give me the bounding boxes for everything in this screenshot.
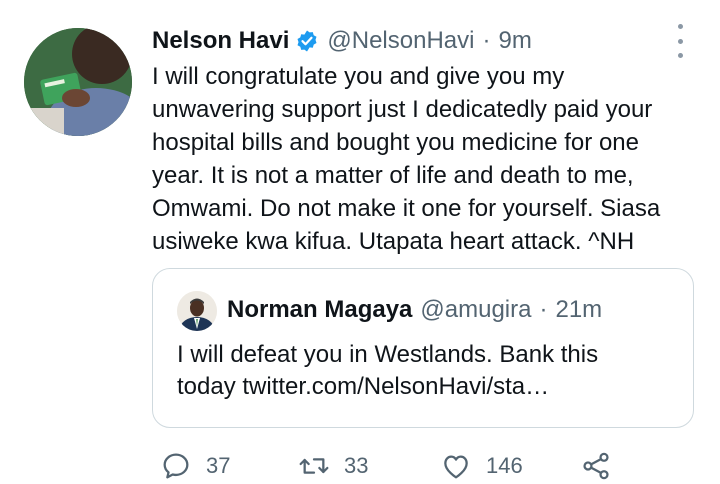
quoted-tweet-text: I will defeat you in Westlands. Bank thi… bbox=[177, 339, 677, 403]
verified-badge-icon bbox=[295, 29, 319, 53]
quoted-tweet-timestamp[interactable]: 21m bbox=[555, 296, 602, 324]
quoted-avatar-photo bbox=[177, 291, 217, 331]
tweet-header: Nelson Havi @NelsonHavi · 9m bbox=[152, 22, 532, 60]
author-avatar[interactable] bbox=[24, 28, 132, 136]
quoted-author-name[interactable]: Norman Magaya bbox=[227, 296, 412, 324]
avatar-photo bbox=[24, 28, 132, 136]
quoted-text-line[interactable]: today twitter.com/NelsonHavi/sta… bbox=[177, 371, 677, 403]
quoted-author-avatar[interactable] bbox=[177, 291, 217, 331]
tweet-text-line: year. It is not a matter of life and dea… bbox=[152, 162, 634, 189]
reply-icon bbox=[163, 453, 189, 479]
like-button[interactable]: 146 bbox=[440, 448, 523, 484]
quoted-text-line: I will defeat you in Westlands. Bank thi… bbox=[177, 341, 599, 368]
more-options-icon[interactable] bbox=[668, 24, 692, 58]
like-count: 146 bbox=[486, 453, 523, 478]
share-icon bbox=[583, 452, 609, 480]
header-separator: · bbox=[482, 27, 491, 54]
tweet-text-line: usiweke kwa kifua. Utapata heart attack.… bbox=[152, 228, 635, 255]
tweet-timestamp[interactable]: 9m bbox=[498, 27, 531, 55]
reply-button[interactable]: 37 bbox=[160, 448, 230, 484]
tweet-text-line: I will congratulate you and give you my bbox=[152, 63, 565, 90]
retweet-button[interactable]: 33 bbox=[298, 448, 368, 484]
tweet-text-line: Omwami. Do not make it one for yourself.… bbox=[152, 195, 661, 222]
quoted-tweet-header: Norman Magaya @amugira · 21m bbox=[227, 293, 602, 327]
reply-count: 37 bbox=[206, 453, 231, 478]
quoted-author-handle[interactable]: @amugira bbox=[420, 296, 531, 324]
share-button[interactable] bbox=[580, 448, 612, 484]
retweet-icon bbox=[299, 458, 329, 474]
like-icon bbox=[444, 455, 468, 479]
tweet-text-line: unwavering support just I dedicatedly pa… bbox=[152, 96, 653, 123]
quoted-header-separator: · bbox=[539, 296, 548, 323]
retweet-count: 33 bbox=[344, 453, 369, 478]
tweet-text-line: hospital bills and bought you medicine f… bbox=[152, 129, 639, 156]
tweet-text: I will congratulate you and give you my … bbox=[152, 60, 692, 258]
author-handle[interactable]: @NelsonHavi bbox=[327, 27, 474, 55]
author-name[interactable]: Nelson Havi bbox=[152, 27, 289, 55]
quoted-tweet-card[interactable]: Norman Magaya @amugira · 21m I will defe… bbox=[152, 268, 694, 428]
tweet-action-bar: 37 33 146 bbox=[152, 448, 672, 484]
